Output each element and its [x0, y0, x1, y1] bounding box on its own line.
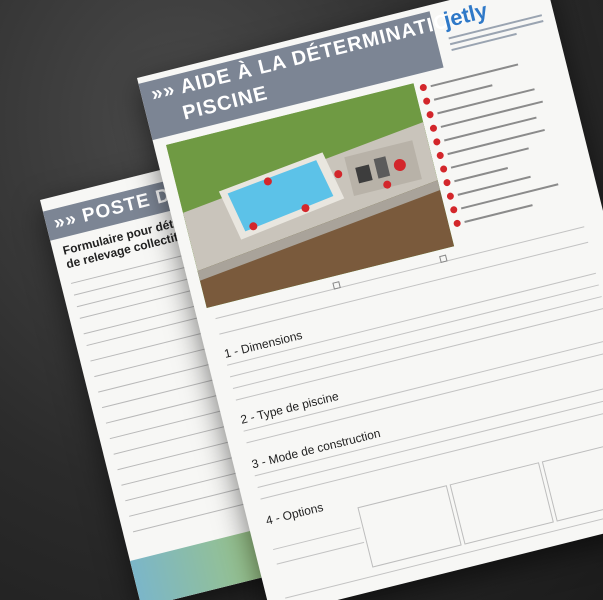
legend-marker: [422, 96, 431, 106]
legend-marker: [429, 124, 438, 133]
checkbox: [332, 281, 341, 290]
legend-marker: [432, 137, 442, 147]
legend-marker: [446, 191, 455, 201]
legend-marker: [425, 110, 435, 119]
photo-scene: »» POSTE DE RE Formulaire pour déterm de…: [0, 0, 603, 600]
legend-marker: [435, 151, 445, 160]
options-table-column: [449, 462, 554, 545]
legend-marker: [419, 83, 428, 92]
legend-marker: [449, 205, 459, 215]
legend-marker: [439, 164, 448, 174]
legend-marker: [452, 219, 462, 228]
section-options-heading: 4 - Options: [264, 499, 325, 528]
jetly-logo: jetly: [435, 0, 553, 62]
illustration-legend: [419, 50, 592, 233]
options-table-column: [541, 439, 603, 522]
legend-marker: [442, 178, 452, 187]
options-table-column: [357, 485, 462, 568]
checkbox: [439, 254, 448, 264]
